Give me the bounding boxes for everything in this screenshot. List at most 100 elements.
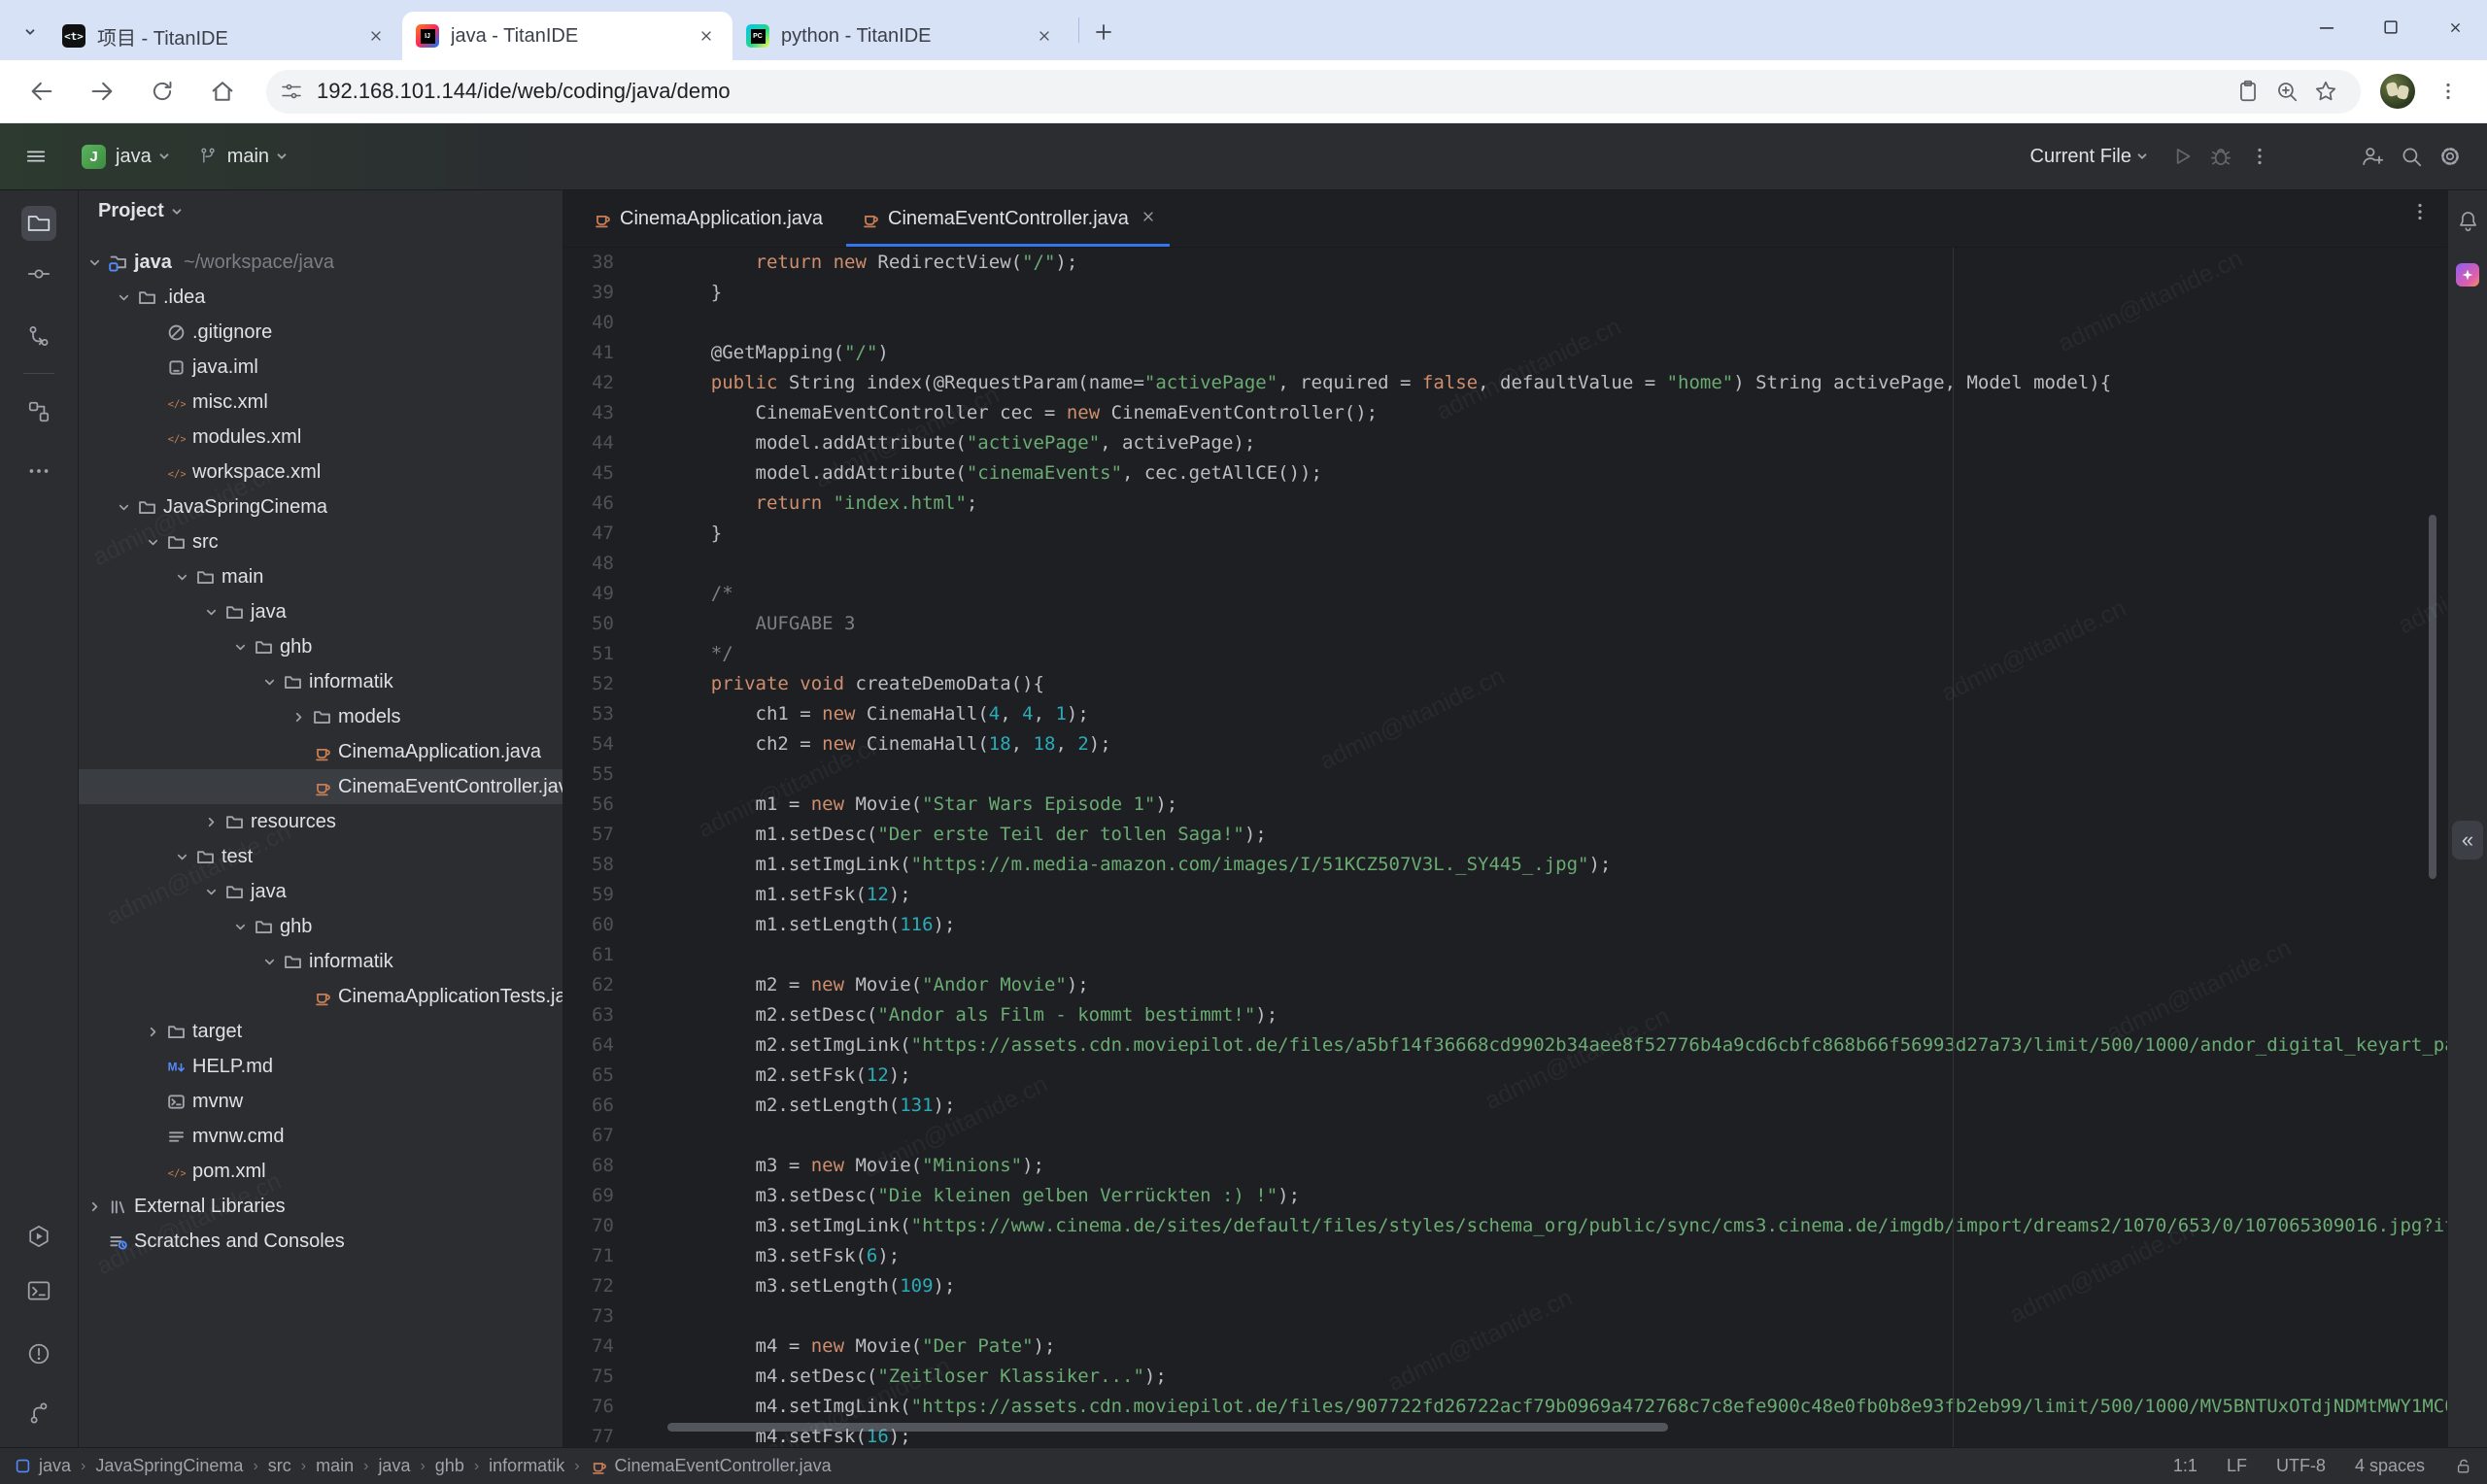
tree-item-src[interactable]: src xyxy=(79,524,562,559)
line-separator[interactable]: LF xyxy=(2227,1456,2247,1476)
line-number[interactable]: 49 xyxy=(563,579,614,609)
line-number[interactable]: 72 xyxy=(563,1271,614,1301)
tree-item-java[interactable]: java xyxy=(79,594,562,629)
tree-item-.idea[interactable]: .idea xyxy=(79,280,562,315)
tree-item-resources[interactable]: resources xyxy=(79,804,562,839)
line-number[interactable]: 48 xyxy=(563,549,614,579)
tool-strip-project-folder-icon[interactable] xyxy=(21,206,56,241)
caret-position[interactable]: 1:1 xyxy=(2173,1456,2197,1476)
tree-chevron-right-icon[interactable] xyxy=(83,1195,106,1218)
tab-close-icon[interactable] xyxy=(1032,23,1057,49)
line-number[interactable]: 52 xyxy=(563,669,614,699)
url-text[interactable]: 192.168.101.144/ide/web/coding/java/demo xyxy=(317,79,2229,104)
project-name[interactable]: java xyxy=(116,146,152,168)
search-everywhere-icon[interactable] xyxy=(2392,137,2431,176)
breadcrumb-item[interactable]: main xyxy=(316,1456,354,1476)
line-number[interactable]: 55 xyxy=(563,759,614,790)
line-number[interactable]: 75 xyxy=(563,1362,614,1392)
project-badge[interactable]: J xyxy=(82,145,106,169)
editor-tabs-kebab-icon[interactable] xyxy=(2408,200,2432,228)
tool-strip-problems-icon[interactable] xyxy=(21,1336,56,1371)
horizontal-scrollbar[interactable] xyxy=(667,1423,1668,1432)
tool-strip-structure-icon[interactable] xyxy=(21,394,56,429)
line-number[interactable]: 73 xyxy=(563,1301,614,1332)
tree-chevron-down-icon[interactable] xyxy=(228,915,252,938)
tree-item-external-libraries[interactable]: External Libraries xyxy=(79,1189,562,1224)
line-number[interactable]: 40 xyxy=(563,308,614,338)
window-minimize-button[interactable] xyxy=(2295,0,2359,54)
indent-style[interactable]: 4 spaces xyxy=(2355,1456,2425,1476)
browser-tab-3[interactable]: PCpython - TitanIDE xyxy=(732,12,1071,60)
vertical-scrollbar[interactable] xyxy=(2429,515,2436,879)
line-number[interactable]: 61 xyxy=(563,940,614,970)
breadcrumb-item[interactable]: ghb xyxy=(435,1456,464,1476)
line-number[interactable]: 46 xyxy=(563,489,614,519)
tool-strip-git-icon[interactable] xyxy=(21,1396,56,1431)
tree-chevron-down-icon[interactable] xyxy=(112,286,135,309)
tree-chevron-down-icon[interactable] xyxy=(170,845,193,868)
line-number[interactable]: 56 xyxy=(563,790,614,820)
line-number[interactable]: 38 xyxy=(563,248,614,278)
tree-item-test[interactable]: test xyxy=(79,839,562,874)
tree-item-javaspringcinema[interactable]: JavaSpringCinema xyxy=(79,489,562,524)
breadcrumb-item[interactable]: src xyxy=(268,1456,291,1476)
tree-item-java[interactable]: java~/workspace/java xyxy=(79,245,562,280)
main-menu-hamburger-icon[interactable] xyxy=(17,138,54,175)
code-with-me-icon[interactable] xyxy=(2353,137,2392,176)
tree-item-java.iml[interactable]: java.iml xyxy=(79,350,562,385)
editor-tab-close-icon[interactable] xyxy=(1141,208,1156,230)
project-panel-chevron-icon[interactable] xyxy=(170,205,184,219)
breadcrumb-item[interactable]: java xyxy=(39,1456,71,1476)
tree-item-pom.xml[interactable]: </>pom.xml xyxy=(79,1154,562,1189)
line-number[interactable]: 77 xyxy=(563,1422,614,1447)
line-number[interactable]: 70 xyxy=(563,1211,614,1241)
editor-pane[interactable]: CinemaApplication.javaCinemaEventControl… xyxy=(563,190,2447,1447)
reload-button[interactable] xyxy=(140,69,185,114)
breadcrumb-item[interactable]: java xyxy=(378,1456,410,1476)
tool-strip-terminal-icon[interactable] xyxy=(21,1273,56,1308)
line-number[interactable]: 76 xyxy=(563,1392,614,1422)
site-settings-icon[interactable] xyxy=(280,80,303,103)
tree-item-cinemaapplicationtests.java[interactable]: CinemaApplicationTests.java xyxy=(79,979,562,1014)
run-config-chevron-icon[interactable] xyxy=(2135,150,2149,163)
code-area[interactable]: 38 return new RedirectView("/");39 }4041… xyxy=(563,248,2447,1447)
window-close-button[interactable] xyxy=(2423,0,2487,54)
tree-chevron-down-icon[interactable] xyxy=(170,565,193,589)
line-number[interactable]: 57 xyxy=(563,820,614,850)
breadcrumb-item[interactable]: CinemaEventController.java xyxy=(615,1456,832,1476)
line-number[interactable]: 42 xyxy=(563,368,614,398)
editor-tab-cinemaeventcontroller.java[interactable]: CinemaEventController.java xyxy=(846,190,1170,247)
clipboard-icon[interactable] xyxy=(2229,72,2267,111)
line-number[interactable]: 45 xyxy=(563,458,614,489)
tree-chevron-down-icon[interactable] xyxy=(257,670,281,693)
tree-item-ghb[interactable]: ghb xyxy=(79,629,562,664)
line-number[interactable]: 51 xyxy=(563,639,614,669)
line-number[interactable]: 74 xyxy=(563,1332,614,1362)
line-number[interactable]: 63 xyxy=(563,1000,614,1030)
browser-menu-kebab-icon[interactable] xyxy=(2429,72,2468,111)
line-number[interactable]: 59 xyxy=(563,880,614,910)
line-number[interactable]: 39 xyxy=(563,278,614,308)
tree-item-misc.xml[interactable]: </>misc.xml xyxy=(79,385,562,420)
line-number[interactable]: 58 xyxy=(563,850,614,880)
line-number[interactable]: 41 xyxy=(563,338,614,368)
line-number[interactable]: 54 xyxy=(563,729,614,759)
tree-item-workspace.xml[interactable]: </>workspace.xml xyxy=(79,455,562,489)
tree-chevron-down-icon[interactable] xyxy=(112,495,135,519)
tree-chevron-down-icon[interactable] xyxy=(141,530,164,554)
tree-item-scratches-and-consoles[interactable]: Scratches and Consoles xyxy=(79,1224,562,1259)
tree-chevron-down-icon[interactable] xyxy=(199,600,222,624)
more-actions-kebab-icon[interactable] xyxy=(2240,137,2279,176)
browser-tab-1[interactable]: <t>项目 - TitanIDE xyxy=(49,12,402,60)
notifications-bell-icon[interactable] xyxy=(2450,203,2485,238)
back-button[interactable] xyxy=(19,69,64,114)
breadcrumb-item[interactable]: JavaSpringCinema xyxy=(95,1456,243,1476)
bookmark-star-icon[interactable] xyxy=(2306,72,2345,111)
tree-chevron-right-icon[interactable] xyxy=(287,705,310,728)
debug-button[interactable] xyxy=(2201,137,2240,176)
branch-selector[interactable]: main xyxy=(198,146,289,168)
tree-item-main[interactable]: main xyxy=(79,559,562,594)
collapse-panel-button[interactable]: « xyxy=(2452,821,2483,860)
tree-item-cinemaapplication.java[interactable]: CinemaApplication.java xyxy=(79,734,562,769)
line-number[interactable]: 62 xyxy=(563,970,614,1000)
